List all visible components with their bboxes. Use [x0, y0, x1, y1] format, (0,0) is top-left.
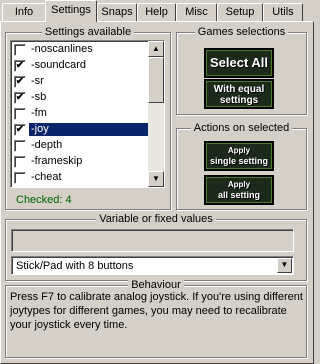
- tab-settings[interactable]: Settings: [45, 0, 97, 22]
- checkbox[interactable]: [14, 140, 26, 152]
- tab-misc[interactable]: Misc: [176, 3, 217, 21]
- with-equal-label-2: settings: [219, 95, 259, 106]
- list-scrollbar[interactable]: ▲ ▼: [148, 41, 164, 187]
- list-item[interactable]: -fm: [12, 106, 150, 122]
- list-item-label: -soundcard: [31, 59, 87, 71]
- list-item[interactable]: -depth: [12, 138, 150, 154]
- list-item-label: -depth: [31, 139, 63, 151]
- list-item[interactable]: -noscanlines: [12, 42, 150, 58]
- checkbox[interactable]: ✔: [14, 92, 26, 104]
- list-item[interactable]: -frameskip: [12, 154, 150, 170]
- scroll-up-icon[interactable]: ▲: [148, 41, 164, 57]
- list-item-label: -noscanlines: [31, 43, 93, 55]
- checkbox[interactable]: ✔: [14, 76, 26, 88]
- checkbox[interactable]: ✔: [14, 60, 26, 72]
- checked-count: Checked: 4: [16, 194, 72, 206]
- apply-all-setting-button[interactable]: Apply all setting: [204, 175, 274, 205]
- apply-label: Apply: [227, 146, 251, 155]
- variable-values-title: Variable or fixed values: [96, 213, 216, 225]
- checkbox[interactable]: [14, 172, 26, 184]
- value-text-field[interactable]: [11, 229, 294, 252]
- list-item-label: -cheat: [31, 171, 62, 183]
- apply-label: Apply: [227, 180, 251, 189]
- list-item-label: -fm: [31, 107, 47, 119]
- list-item-label: -sr: [31, 75, 44, 87]
- list-item-label: -joy: [28, 122, 151, 137]
- apply-single-setting-button[interactable]: Apply single setting: [204, 141, 274, 171]
- all-setting-label: all setting: [217, 190, 260, 200]
- list-item-label: -sb: [31, 91, 47, 103]
- scroll-down-icon[interactable]: ▼: [148, 171, 164, 187]
- scroll-thumb[interactable]: [148, 57, 164, 103]
- games-selections-title: Games selections: [194, 26, 289, 38]
- list-item[interactable]: ✔ -sb: [12, 90, 150, 106]
- list-item[interactable]: ✔ -soundcard: [12, 58, 150, 74]
- select-all-label: Select All: [209, 55, 269, 70]
- checkbox[interactable]: [14, 44, 26, 56]
- behaviour-text: Press F7 to calibrate analog joystick. I…: [10, 291, 303, 331]
- select-all-button[interactable]: Select All: [204, 48, 274, 78]
- tab-help[interactable]: Help: [137, 3, 176, 21]
- list-item-selected[interactable]: ✔ -joy: [12, 122, 151, 138]
- tab-bar: Info Settings Snaps Help Misc Setup Util…: [0, 0, 314, 22]
- actions-on-selected-title: Actions on selected: [190, 122, 293, 134]
- with-equal-settings-button[interactable]: With equal settings: [204, 79, 274, 109]
- settings-available-title: Settings available: [41, 26, 135, 38]
- checkbox[interactable]: [14, 156, 26, 168]
- list-item[interactable]: ✔ -sr: [12, 74, 150, 90]
- checkbox[interactable]: [14, 108, 26, 120]
- tab-snaps[interactable]: Snaps: [97, 3, 137, 21]
- single-setting-label: single setting: [209, 156, 268, 166]
- tab-setup[interactable]: Setup: [217, 3, 263, 21]
- chevron-down-icon[interactable]: ▼: [277, 258, 292, 273]
- tab-utils[interactable]: Utils: [263, 3, 303, 21]
- with-equal-label-1: With equal: [213, 84, 265, 95]
- joystick-type-value: Stick/Pad with 8 buttons: [16, 260, 134, 272]
- settings-list[interactable]: -noscanlines ✔ -soundcard ✔ -sr ✔ -sb -f…: [10, 40, 165, 188]
- tab-info[interactable]: Info: [2, 3, 46, 21]
- list-item[interactable]: -cheat: [12, 170, 150, 186]
- joystick-type-select[interactable]: Stick/Pad with 8 buttons ▼: [11, 256, 294, 275]
- checkbox[interactable]: ✔: [14, 124, 26, 136]
- list-item-label: -frameskip: [31, 155, 83, 167]
